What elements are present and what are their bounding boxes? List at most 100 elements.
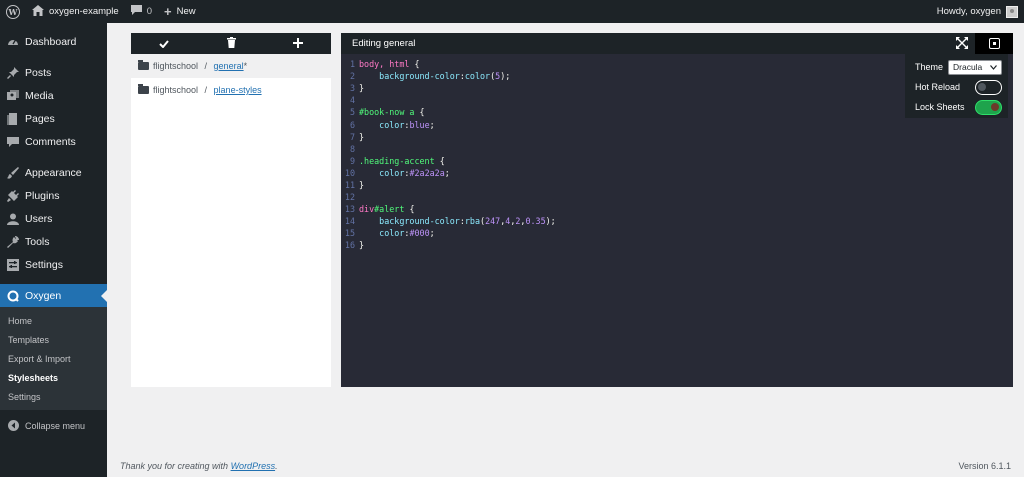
sidebar-item-posts[interactable]: Posts <box>0 61 107 84</box>
add-stylesheet-button[interactable] <box>264 33 331 54</box>
wp-logo-menu[interactable]: W <box>0 0 26 23</box>
comments-count: 0 <box>146 6 153 17</box>
line-number: 10 <box>344 167 355 178</box>
sidebar-item-label: Pages <box>25 112 55 125</box>
submenu-item-export-import[interactable]: Export & Import <box>0 349 107 368</box>
delete-button[interactable] <box>198 33 265 54</box>
code-line: 8 <box>341 143 1013 155</box>
sidebar-item-tools[interactable]: Tools <box>0 230 107 253</box>
editor-settings-button[interactable] <box>975 33 1013 54</box>
file-row-general[interactable]: flightschool / general * <box>131 54 331 78</box>
admin-bar: W oxygen-example 0 + New Howdy, oxygen <box>0 0 1024 23</box>
code-token: #alert <box>374 204 410 215</box>
page-icon <box>7 112 19 125</box>
submenu-item-settings[interactable]: Settings <box>0 387 107 406</box>
line-number: 3 <box>349 83 355 94</box>
theme-select[interactable]: Dracula <box>948 59 1002 75</box>
expand-icon[interactable] <box>955 37 968 50</box>
editor-settings-dropdown: Theme Dracula Hot Reload Lock Sheets <box>905 54 1008 118</box>
sidebar-item-appearance[interactable]: Appearance <box>0 161 107 184</box>
line-number: 5 <box>349 107 355 118</box>
sidebar-item-comments[interactable]: Comments <box>0 130 107 153</box>
dashboard-icon <box>7 36 19 48</box>
line-number: 7 <box>349 131 355 142</box>
code-line: 7} <box>341 131 1013 143</box>
submenu-item-home[interactable]: Home <box>0 311 107 330</box>
admin-sidebar: Dashboard Posts Media Pages Comments App… <box>0 23 107 477</box>
code-token: .heading-accent <box>359 155 440 166</box>
sidebar-item-label: Appearance <box>25 166 82 179</box>
code-token: background-color <box>359 216 460 227</box>
comment-bubble-icon <box>130 5 142 18</box>
sidebar-item-plugins[interactable]: Plugins <box>0 184 107 207</box>
comments-link[interactable]: 0 <box>125 0 158 23</box>
file-row-plane-styles[interactable]: flightschool / plane-styles <box>131 78 331 102</box>
code-token: { <box>409 204 415 215</box>
site-name-link[interactable]: oxygen-example <box>26 0 125 23</box>
code-token: ); <box>500 71 511 82</box>
line-number: 16 <box>344 240 355 251</box>
sidebar-item-oxygen[interactable]: Oxygen <box>0 284 107 307</box>
new-label: New <box>176 6 196 17</box>
code-token: rba <box>464 216 481 227</box>
sidebar-item-users[interactable]: Users <box>0 207 107 230</box>
lock-sheets-label: Lock Sheets <box>915 102 965 112</box>
line-number: 9 <box>349 155 355 166</box>
code-token: blue <box>409 119 430 130</box>
submenu-item-stylesheets[interactable]: Stylesheets <box>0 368 107 387</box>
code-token: color <box>359 228 405 239</box>
wrench-icon <box>7 235 19 248</box>
wordpress-link[interactable]: WordPress <box>231 461 276 471</box>
path-separator: / <box>202 61 210 71</box>
code-line: 16} <box>341 239 1013 251</box>
lock-sheets-toggle[interactable] <box>975 99 1002 115</box>
my-account-menu[interactable]: Howdy, oxygen <box>937 5 1024 18</box>
code-line: 9 .heading-accent { <box>341 155 1013 167</box>
sidebar-item-settings[interactable]: Settings <box>0 253 107 276</box>
new-content-link[interactable]: + New <box>158 0 202 23</box>
code-token: ); <box>545 216 556 227</box>
code-token: color <box>359 167 405 178</box>
plus-icon: + <box>164 4 172 19</box>
folder-icon <box>138 84 149 94</box>
code-token: { <box>419 107 425 118</box>
sidebar-item-pages[interactable]: Pages <box>0 107 107 130</box>
code-token: 247 <box>485 216 501 227</box>
collapse-label: Collapse menu <box>25 420 86 431</box>
user-icon <box>7 213 19 225</box>
sidebar-item-dashboard[interactable]: Dashboard <box>0 30 107 53</box>
folder-icon <box>138 60 149 70</box>
modified-marker: * <box>243 61 248 71</box>
code-token: #2a2a2a <box>409 167 445 178</box>
file-link[interactable]: general <box>214 61 244 71</box>
save-button[interactable] <box>131 33 198 54</box>
sidebar-item-label: Users <box>25 212 53 225</box>
code-line: 13 div #alert { <box>341 203 1013 215</box>
line-number: 11 <box>344 179 355 190</box>
code-token: ; <box>444 167 450 178</box>
comment-icon <box>7 136 19 148</box>
sidebar-item-label: Media <box>25 89 54 102</box>
code-token: { <box>414 59 420 70</box>
theme-row: Theme Dracula <box>915 57 1002 77</box>
folder-name: flightschool <box>153 85 199 95</box>
submenu-item-templates[interactable]: Templates <box>0 330 107 349</box>
code-token: } <box>359 240 365 251</box>
line-number: 14 <box>344 216 355 227</box>
sidebar-item-label: Settings <box>25 258 63 271</box>
collapse-menu-button[interactable]: Collapse menu <box>0 414 107 437</box>
line-number: 15 <box>344 228 355 239</box>
collapse-icon <box>7 420 19 432</box>
sidebar-item-label: Dashboard <box>25 35 77 48</box>
theme-label: Theme <box>915 62 944 72</box>
sidebar-item-media[interactable]: Media <box>0 84 107 107</box>
footer-thanks: Thank you for creating with WordPress. <box>120 461 278 471</box>
hot-reload-toggle[interactable] <box>975 79 1002 95</box>
file-link[interactable]: plane-styles <box>214 85 262 95</box>
sidebar-item-label: Plugins <box>25 189 60 202</box>
path-separator: / <box>202 85 210 95</box>
home-icon <box>32 4 44 19</box>
sidebar-item-label: Tools <box>25 235 50 248</box>
code-token: { <box>439 155 445 166</box>
plug-icon <box>7 189 19 202</box>
